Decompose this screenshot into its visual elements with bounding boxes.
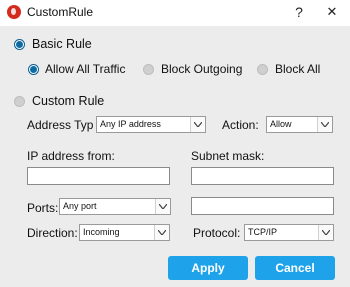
ip-from-input[interactable] (27, 167, 170, 185)
action-value: Allow (270, 119, 292, 129)
subnet-mask-input[interactable] (191, 167, 334, 185)
chevron-down-icon (154, 225, 169, 240)
block-all-radio[interactable] (257, 64, 268, 75)
block-outgoing-label: Block Outgoing (161, 62, 243, 76)
address-type-label: Address Typ (27, 118, 94, 132)
chevron-down-icon (190, 117, 205, 132)
direction-value: Incoming (83, 227, 120, 237)
title-bar: CustomRule ? ✕ (0, 0, 350, 26)
address-type-value: Any IP address (100, 119, 161, 129)
chevron-down-icon (317, 117, 332, 132)
help-icon[interactable]: ? (289, 2, 309, 22)
direction-select[interactable]: Incoming (79, 224, 170, 241)
direction-label: Direction: (27, 226, 78, 240)
protocol-label: Protocol: (193, 226, 241, 240)
custom-rule-radio[interactable] (14, 96, 25, 107)
allow-all-traffic-label: Allow All Traffic (45, 62, 126, 76)
dialog-body: Basic Rule Allow All Traffic Block Outgo… (0, 26, 350, 287)
ports-value: Any port (63, 201, 97, 211)
basic-rule-label: Basic Rule (32, 37, 92, 51)
window-title: CustomRule (27, 5, 94, 19)
custom-rule-label: Custom Rule (32, 94, 105, 108)
action-label: Action: (222, 118, 259, 132)
block-outgoing-radio[interactable] (143, 64, 154, 75)
cancel-button[interactable]: Cancel (255, 256, 335, 280)
protocol-select[interactable]: TCP/IP (244, 224, 334, 241)
chevron-down-icon (155, 199, 170, 214)
ports-label: Ports: (27, 201, 59, 215)
app-logo-icon (7, 5, 21, 19)
ip-from-label: IP address from: (27, 149, 115, 163)
close-icon[interactable]: ✕ (322, 2, 342, 22)
address-type-select[interactable]: Any IP address (96, 116, 206, 133)
ports-custom-input[interactable] (191, 197, 334, 215)
ports-select[interactable]: Any port (59, 198, 171, 215)
block-all-label: Block All (275, 62, 321, 76)
action-select[interactable]: Allow (266, 116, 333, 133)
chevron-down-icon (318, 225, 333, 240)
allow-all-traffic-radio[interactable] (28, 64, 39, 75)
subnet-mask-label: Subnet mask: (191, 149, 265, 163)
protocol-value: TCP/IP (248, 227, 278, 237)
apply-button[interactable]: Apply (168, 256, 248, 280)
basic-rule-radio[interactable] (14, 39, 25, 50)
